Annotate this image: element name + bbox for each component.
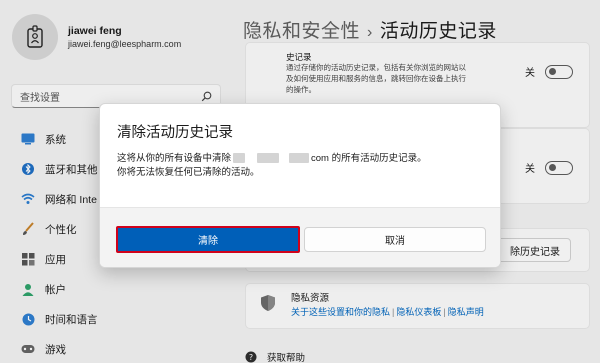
dialog-message-part1: 这将从你的所有设备中清除 xyxy=(117,153,232,164)
cancel-button[interactable]: 取消 xyxy=(304,227,486,252)
dialog-message-part2: com 的所有活动历史记录。 xyxy=(311,153,427,164)
dialog-message-line2: 你将无法恢复任何已清除的活动。 xyxy=(117,167,260,178)
clear-history-dialog: 清除活动历史记录 这将从你的所有设备中清除 com 的所有活动历史记录。 你将无法… xyxy=(99,103,501,268)
dialog-footer: 清除 取消 xyxy=(100,207,500,267)
confirm-clear-button[interactable]: 清除 xyxy=(116,226,300,253)
redacted-text xyxy=(289,153,310,164)
redacted-text xyxy=(257,153,280,164)
dialog-message: 这将从你的所有设备中清除 com 的所有活动历史记录。 你将无法恢复任何已清除的活… xyxy=(117,152,492,180)
redacted-text xyxy=(233,153,246,164)
dialog-title: 清除活动历史记录 xyxy=(117,125,233,141)
